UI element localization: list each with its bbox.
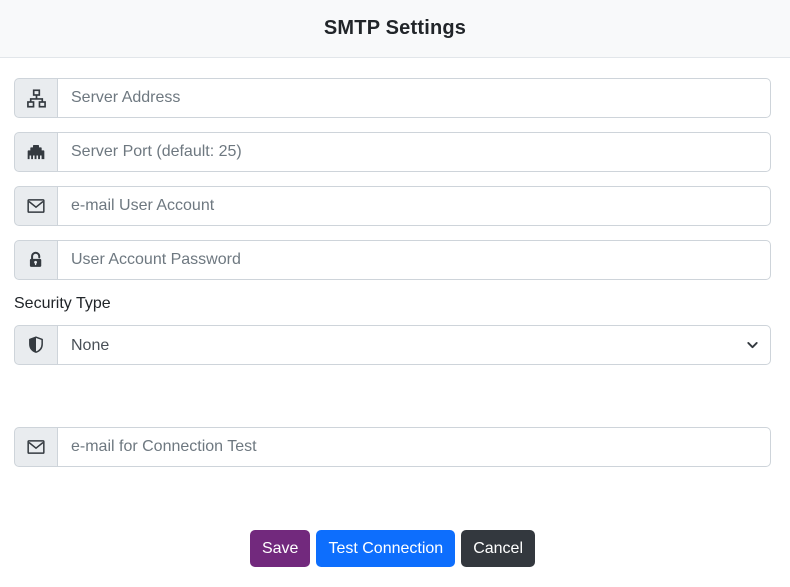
cancel-button[interactable]: Cancel [461,530,535,567]
test-email-group [14,427,771,467]
server-address-group [14,78,771,118]
envelope-icon [26,437,46,457]
security-type-label: Security Type [14,294,771,314]
security-type-group: None [14,325,771,365]
ethernet-icon [26,142,46,162]
page-title: SMTP Settings [324,17,466,40]
password-input[interactable] [58,240,771,280]
security-type-select-wrap: None [58,325,771,365]
shield-half-icon [26,335,46,355]
test-email-input[interactable] [58,427,771,467]
password-group [14,240,771,280]
server-port-input[interactable] [58,132,771,172]
server-port-group [14,132,771,172]
test-email-addon [14,427,58,467]
settings-header: SMTP Settings [0,0,790,58]
server-port-addon [14,132,58,172]
smtp-settings-form: Security Type None [0,58,790,567]
server-address-input[interactable] [58,78,771,118]
envelope-icon [26,196,46,216]
action-button-row: Save Test Connection Cancel [14,530,771,567]
save-button[interactable]: Save [250,530,310,567]
security-type-select[interactable]: None [58,325,771,365]
email-account-input[interactable] [58,186,771,226]
sitemap-icon [26,88,47,109]
security-type-addon [14,325,58,365]
email-account-group [14,186,771,226]
unlock-icon [26,250,46,270]
test-connection-button[interactable]: Test Connection [316,530,455,567]
email-account-addon [14,186,58,226]
password-addon [14,240,58,280]
server-address-addon [14,78,58,118]
